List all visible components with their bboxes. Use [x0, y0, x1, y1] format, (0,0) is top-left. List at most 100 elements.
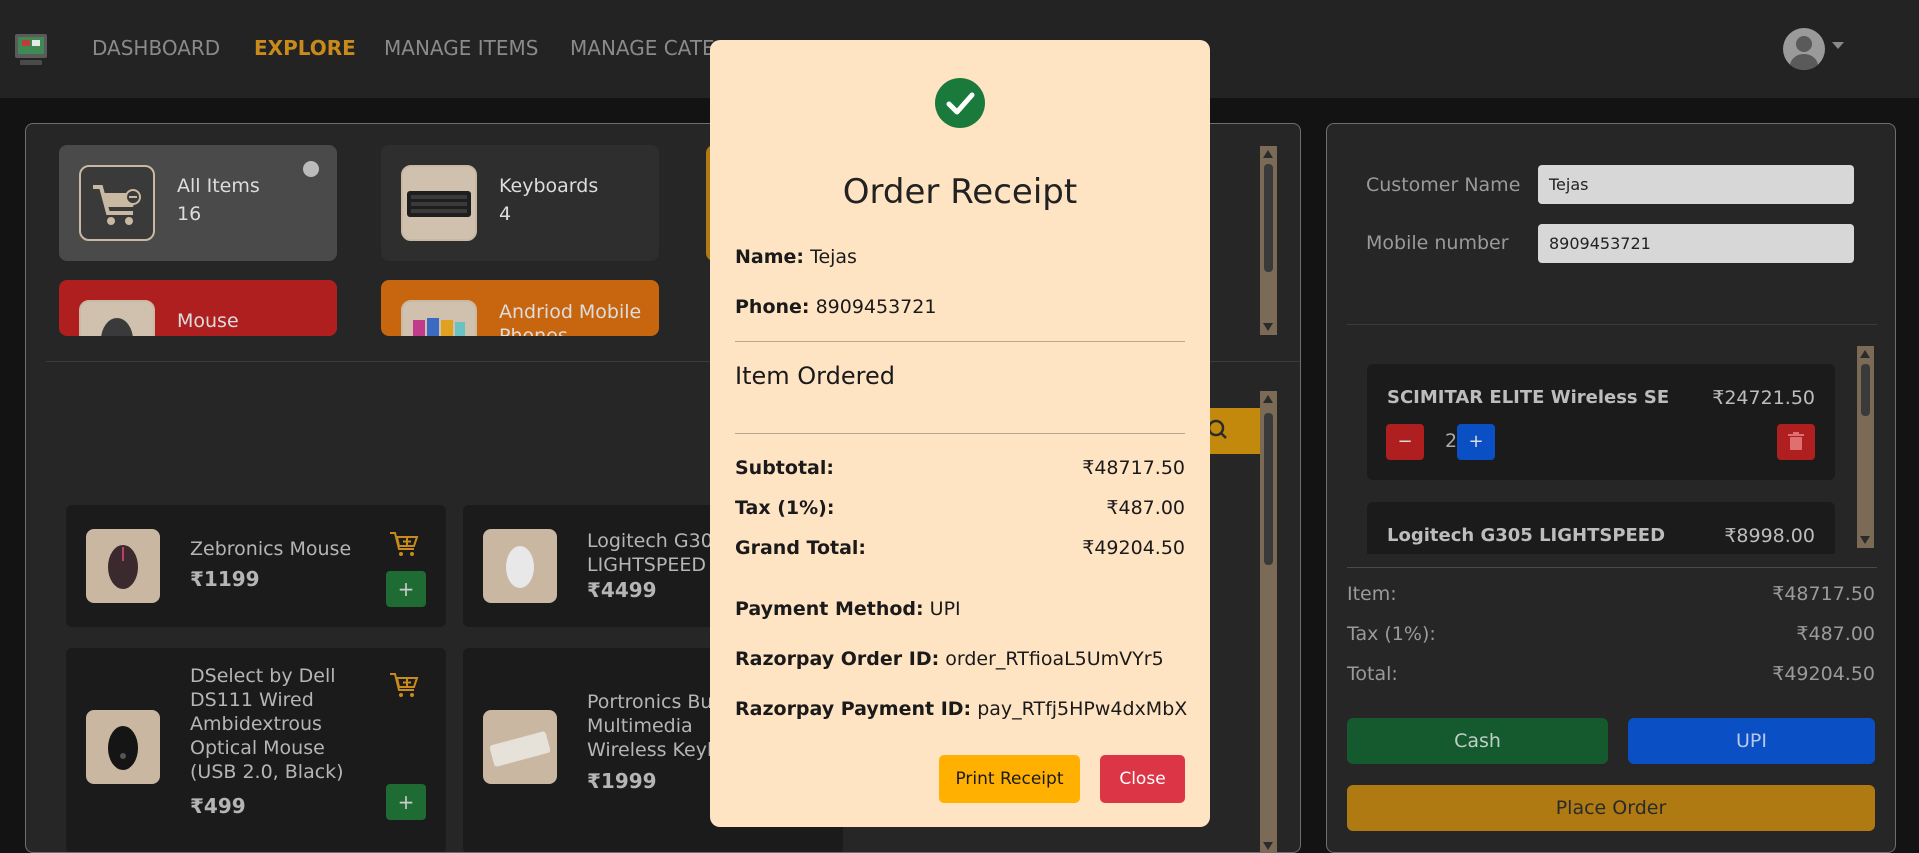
- category-name: Andriod Mobile Phones: [499, 301, 642, 336]
- cart-scrollbar[interactable]: [1857, 346, 1874, 548]
- receipt-name-row: Name: Tejas: [735, 246, 857, 268]
- items-scrollbar[interactable]: [1260, 391, 1277, 852]
- add-to-cart-button[interactable]: +: [386, 571, 426, 607]
- print-receipt-button[interactable]: Print Receipt: [939, 755, 1080, 803]
- item-image: [86, 529, 160, 603]
- category-image: [401, 165, 477, 241]
- keyboard-icon: [407, 191, 471, 217]
- summary-tax-label: Tax (1%):: [1347, 623, 1436, 645]
- category-card-all-items[interactable]: All Items 16: [59, 145, 337, 261]
- order-id-value: order_RTfioaL5UmVYr5: [945, 648, 1164, 670]
- nav-manage-items[interactable]: MANAGE ITEMS: [384, 36, 538, 60]
- category-image: [79, 165, 155, 241]
- item-image: [86, 710, 160, 784]
- tax-label: Tax (1%):: [735, 497, 835, 519]
- receipt-modal: Order Receipt Name: Tejas Phone: 8909453…: [710, 40, 1210, 827]
- cart-item: SCIMITAR ELITE Wireless SE ₹24721.50 − 2…: [1367, 364, 1835, 480]
- scroll-down-icon[interactable]: [1860, 536, 1870, 544]
- customer-name-label: Customer Name: [1366, 174, 1521, 196]
- category-scrollbar[interactable]: [1260, 146, 1277, 335]
- phone-icon: [413, 318, 465, 336]
- section-divider: [1347, 324, 1877, 325]
- order-id-row: Razorpay Order ID: order_RTfioaL5UmVYr5: [735, 648, 1164, 670]
- cart-icon: [390, 673, 419, 697]
- remove-item-button[interactable]: [1777, 424, 1815, 460]
- scroll-down-icon[interactable]: [1263, 842, 1273, 850]
- decrease-qty-button[interactable]: −: [1386, 424, 1424, 460]
- mobile-number-input[interactable]: 8909453721: [1538, 224, 1854, 263]
- item-price: ₹1199: [190, 567, 260, 591]
- receipt-phone-label: Phone:: [735, 296, 810, 318]
- payment-method-row: Payment Method: UPI: [735, 598, 961, 620]
- item-card: DSelect by Dell DS111 Wired Ambidextrous…: [66, 648, 446, 852]
- category-image: [401, 300, 477, 336]
- trash-icon: [1788, 432, 1804, 450]
- item-price: ₹499: [190, 794, 246, 818]
- tax-value: ₹487.00: [1106, 497, 1185, 519]
- cart-item: Logitech G305 LIGHTSPEED ₹8998.00: [1367, 502, 1835, 554]
- category-card-mouse[interactable]: Mouse: [59, 280, 337, 336]
- nav-manage-categories[interactable]: MANAGE CATE: [570, 36, 715, 60]
- place-order-button[interactable]: Place Order: [1347, 785, 1875, 831]
- receipt-title: Order Receipt: [842, 172, 1078, 212]
- item-image: [483, 710, 557, 784]
- keyboard-icon: [489, 731, 551, 767]
- summary-item-label: Item:: [1347, 583, 1397, 605]
- item-price: ₹4499: [587, 578, 657, 602]
- payment-id-label: Razorpay Payment ID:: [735, 698, 972, 720]
- add-to-cart-button[interactable]: +: [386, 784, 426, 820]
- section-divider: [1347, 567, 1877, 568]
- close-button[interactable]: Close: [1100, 755, 1185, 803]
- chevron-down-icon[interactable]: [1832, 42, 1844, 49]
- selected-indicator-icon: [303, 161, 319, 177]
- category-name: All Items: [177, 175, 260, 197]
- category-name: Keyboards: [499, 175, 599, 197]
- grand-total-value: ₹49204.50: [1082, 537, 1185, 559]
- cart-icon: [93, 185, 141, 225]
- item-name: DSelect by Dell DS111 Wired Ambidextrous…: [190, 665, 344, 783]
- cart-item-price: ₹8998.00: [1724, 525, 1815, 547]
- summary-total-value: ₹49204.50: [1772, 663, 1875, 685]
- payment-id-value: pay_RTfj5HPw4dxMbX: [977, 698, 1188, 720]
- receipt-name-value: Tejas: [810, 246, 857, 268]
- summary-tax-value: ₹487.00: [1796, 623, 1875, 645]
- scroll-thumb[interactable]: [1264, 413, 1273, 565]
- nav-dashboard[interactable]: DASHBOARD: [92, 36, 220, 60]
- payment-method-value: UPI: [929, 598, 961, 620]
- subtotal-value: ₹48717.50: [1082, 457, 1185, 479]
- customer-name-input[interactable]: Tejas: [1538, 165, 1854, 204]
- item-name: Zebronics Mouse: [190, 538, 352, 560]
- category-card-keyboards[interactable]: Keyboards 4: [381, 145, 659, 261]
- cash-button[interactable]: Cash: [1347, 718, 1608, 764]
- order-id-label: Razorpay Order ID:: [735, 648, 940, 670]
- search-button[interactable]: [1202, 408, 1266, 454]
- increase-qty-button[interactable]: +: [1457, 424, 1495, 460]
- cart-item-name: Logitech G305 LIGHTSPEED: [1387, 525, 1666, 546]
- scroll-up-icon[interactable]: [1263, 150, 1273, 158]
- scroll-up-icon[interactable]: [1860, 350, 1870, 358]
- summary-total-label: Total:: [1347, 663, 1398, 685]
- cart-item-price: ₹24721.50: [1712, 387, 1815, 409]
- items-ordered-heading: Item Ordered: [735, 362, 895, 390]
- item-price: ₹1999: [587, 769, 657, 793]
- scroll-thumb[interactable]: [1861, 364, 1870, 416]
- summary-item-value: ₹48717.50: [1772, 583, 1875, 605]
- item-card: Zebronics Mouse ₹1199 +: [66, 505, 446, 627]
- mouse-icon: [506, 546, 534, 588]
- user-icon: [1790, 36, 1818, 70]
- mobile-number-label: Mobile number: [1366, 232, 1509, 254]
- app-logo-icon[interactable]: [14, 30, 48, 66]
- scroll-up-icon[interactable]: [1263, 395, 1273, 403]
- search-icon: [1207, 419, 1227, 439]
- scroll-down-icon[interactable]: [1263, 323, 1273, 331]
- category-count: 4: [499, 203, 512, 225]
- mouse-icon: [108, 726, 138, 770]
- scroll-thumb[interactable]: [1264, 164, 1273, 272]
- category-card-android-phones[interactable]: Andriod Mobile Phones: [381, 280, 659, 336]
- item-image: [483, 529, 557, 603]
- cart-icon: [390, 532, 419, 556]
- nav-explore[interactable]: EXPLORE: [254, 36, 356, 60]
- cart-item-name: SCIMITAR ELITE Wireless SE: [1387, 387, 1670, 408]
- user-avatar[interactable]: [1783, 28, 1825, 70]
- upi-button[interactable]: UPI: [1628, 718, 1875, 764]
